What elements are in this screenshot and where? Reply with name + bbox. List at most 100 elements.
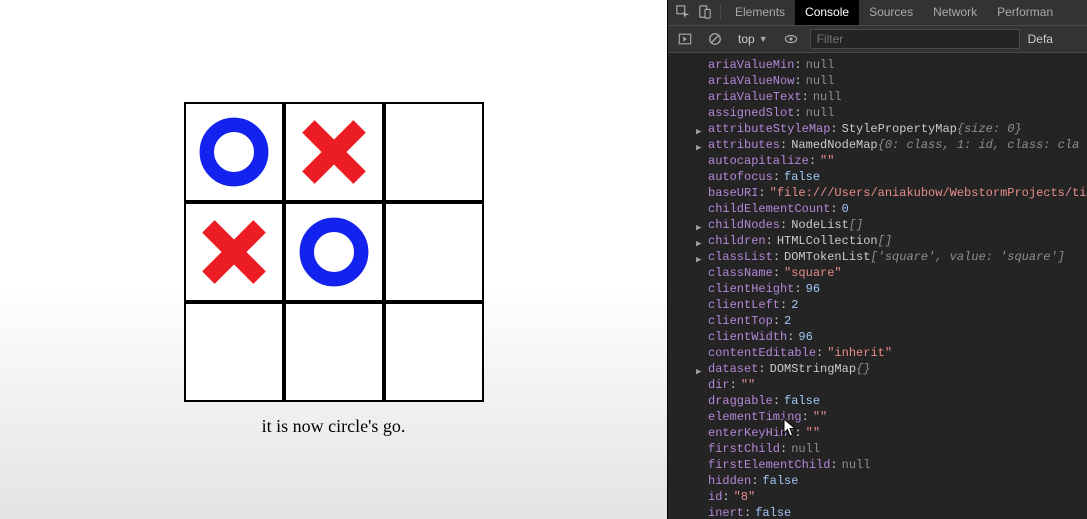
property-key: inert: [708, 505, 744, 519]
tab-performance[interactable]: Performan: [987, 0, 1063, 25]
board-cell-2[interactable]: [384, 102, 484, 202]
property-value: false: [784, 169, 820, 185]
property-key: baseURI: [708, 185, 758, 201]
log-levels-selector[interactable]: Defa: [1028, 32, 1053, 46]
chevron-down-icon: ▼: [759, 34, 768, 44]
board-cell-4[interactable]: [284, 202, 384, 302]
tab-network[interactable]: Network: [923, 0, 987, 25]
property-value: "inherit": [827, 345, 892, 361]
board-cell-5[interactable]: [384, 202, 484, 302]
property-row-elementTiming[interactable]: elementTiming: "": [668, 409, 1087, 425]
property-value-preview: []: [849, 217, 863, 233]
expand-triangle-icon[interactable]: ▶: [696, 252, 706, 265]
property-row-children[interactable]: ▶children: HTMLCollection []: [668, 233, 1087, 249]
property-value: null: [806, 73, 835, 89]
property-value: "square": [784, 265, 842, 281]
property-value-preview: {}: [856, 361, 870, 377]
console-filter-input[interactable]: [810, 29, 1020, 49]
expand-triangle-icon[interactable]: ▶: [696, 220, 706, 233]
board-cell-7[interactable]: [284, 302, 384, 402]
property-value: 96: [806, 281, 820, 297]
property-row-inert[interactable]: inert: false: [668, 505, 1087, 519]
property-row-dataset[interactable]: ▶dataset: DOMStringMap {}: [668, 361, 1087, 377]
board-cell-6[interactable]: [184, 302, 284, 402]
property-row-draggable[interactable]: draggable: false: [668, 393, 1087, 409]
property-value-type: NamedNodeMap: [791, 137, 877, 153]
device-toggle-icon[interactable]: [694, 0, 716, 25]
property-key: autofocus: [708, 169, 773, 185]
tab-console[interactable]: Console: [795, 0, 859, 25]
property-value: null: [813, 89, 842, 105]
property-row-ariaValueMin[interactable]: ariaValueMin: null: [668, 57, 1087, 73]
property-key: clientLeft: [708, 297, 780, 313]
tab-sources[interactable]: Sources: [859, 0, 923, 25]
property-row-enterKeyHint[interactable]: enterKeyHint: "": [668, 425, 1087, 441]
expand-triangle-icon[interactable]: ▶: [696, 364, 706, 377]
devtools-tabstrip: Elements Console Sources Network Perform…: [668, 0, 1087, 26]
property-value: "8": [734, 489, 756, 505]
circle-mark-icon: [294, 212, 374, 292]
property-row-clientHeight[interactable]: clientHeight: 96: [668, 281, 1087, 297]
property-value: "": [813, 409, 827, 425]
clear-console-icon[interactable]: [704, 26, 726, 53]
property-value-preview: ['square', value: 'square']: [870, 249, 1064, 265]
property-row-id[interactable]: id: "8": [668, 489, 1087, 505]
property-value-type: StylePropertyMap: [842, 121, 957, 137]
property-row-firstChild[interactable]: firstChild: null: [668, 441, 1087, 457]
console-object-properties[interactable]: ariaValueMin: nullariaValueNow: nullaria…: [668, 53, 1087, 519]
property-value-type: NodeList: [791, 217, 849, 233]
property-row-autofocus[interactable]: autofocus: false: [668, 169, 1087, 185]
property-row-ariaValueText[interactable]: ariaValueText: null: [668, 89, 1087, 105]
property-row-classList[interactable]: ▶classList: DOMTokenList ['square', valu…: [668, 249, 1087, 265]
property-value: null: [842, 457, 871, 473]
context-selector[interactable]: top ▼: [734, 32, 772, 46]
property-value: 2: [784, 313, 791, 329]
inspect-icon[interactable]: [672, 0, 694, 25]
property-key: clientTop: [708, 313, 773, 329]
toggle-sidebar-icon[interactable]: [674, 26, 696, 53]
expand-triangle-icon[interactable]: ▶: [696, 124, 706, 137]
property-row-contentEditable[interactable]: contentEditable: "inherit": [668, 345, 1087, 361]
property-row-clientWidth[interactable]: clientWidth: 96: [668, 329, 1087, 345]
board-cell-0[interactable]: [184, 102, 284, 202]
property-row-ariaValueNow[interactable]: ariaValueNow: null: [668, 73, 1087, 89]
property-key: enterKeyHint: [708, 425, 794, 441]
property-key: ariaValueNow: [708, 73, 794, 89]
expand-triangle-icon[interactable]: ▶: [696, 236, 706, 249]
property-key: dir: [708, 377, 730, 393]
property-value-type: HTMLCollection: [777, 233, 878, 249]
console-toolbar: top ▼ Defa: [668, 26, 1087, 54]
expand-triangle-icon[interactable]: ▶: [696, 140, 706, 153]
property-row-attributeStyleMap[interactable]: ▶attributeStyleMap: StylePropertyMap {si…: [668, 121, 1087, 137]
cross-mark-icon: [294, 112, 374, 192]
live-expression-icon[interactable]: [780, 26, 802, 53]
property-row-baseURI[interactable]: baseURI: "file:///Users/aniakubow/Websto…: [668, 185, 1087, 201]
property-key: attributes: [708, 137, 780, 153]
tab-elements[interactable]: Elements: [725, 0, 795, 25]
property-row-assignedSlot[interactable]: assignedSlot: null: [668, 105, 1087, 121]
property-row-className[interactable]: className: "square": [668, 265, 1087, 281]
board-cell-1[interactable]: [284, 102, 384, 202]
property-key: children: [708, 233, 766, 249]
property-row-autocapitalize[interactable]: autocapitalize: "": [668, 153, 1087, 169]
board-cell-3[interactable]: [184, 202, 284, 302]
property-key: ariaValueText: [708, 89, 802, 105]
property-row-attributes[interactable]: ▶attributes: NamedNodeMap {0: class, 1: …: [668, 137, 1087, 153]
property-row-childElementCount[interactable]: childElementCount: 0: [668, 201, 1087, 217]
context-selector-label: top: [738, 32, 755, 46]
property-value-type: DOMTokenList: [784, 249, 870, 265]
property-row-dir[interactable]: dir: "": [668, 377, 1087, 393]
board-cell-8[interactable]: [384, 302, 484, 402]
property-row-hidden[interactable]: hidden: false: [668, 473, 1087, 489]
property-row-firstElementChild[interactable]: firstElementChild: null: [668, 457, 1087, 473]
page-viewport: it is now circle's go.: [0, 0, 667, 519]
property-row-clientTop[interactable]: clientTop: 2: [668, 313, 1087, 329]
property-value: false: [762, 473, 798, 489]
property-key: className: [708, 265, 773, 281]
property-row-clientLeft[interactable]: clientLeft: 2: [668, 297, 1087, 313]
property-value[interactable]: "file:///Users/aniakubow/WebstormProject…: [770, 185, 1087, 201]
property-key: attributeStyleMap: [708, 121, 830, 137]
property-value: null: [806, 57, 835, 73]
property-row-childNodes[interactable]: ▶childNodes: NodeList []: [668, 217, 1087, 233]
property-key: clientWidth: [708, 329, 787, 345]
